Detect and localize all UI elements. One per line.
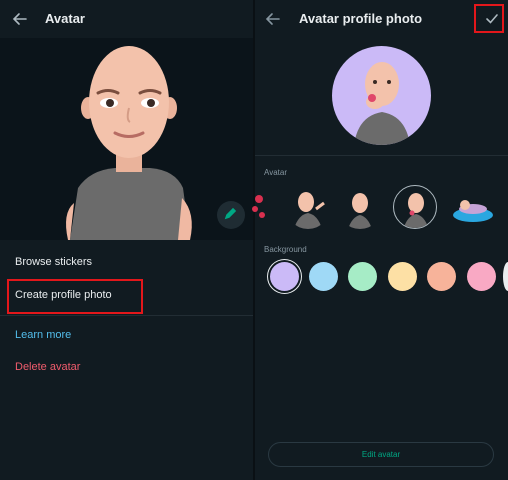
page-title: Avatar [45,11,85,26]
pencil-icon [224,206,238,225]
avatar-panel: Avatar Browse stickers Create profile ph… [0,0,253,480]
delete-avatar-item[interactable]: Delete avatar [15,361,80,373]
profile-photo-header: Avatar profile photo [255,0,508,38]
background-swatch-orange[interactable] [427,262,456,291]
browse-stickers-item[interactable]: Browse stickers [15,256,92,268]
highlight-create-profile-photo [7,279,143,314]
background-swatch-pink[interactable] [467,262,496,291]
avatar-pose-option-1[interactable] [249,185,269,229]
background-swatch-blue[interactable] [309,262,338,291]
avatar-3d-image [0,38,253,240]
edit-avatar-button[interactable]: Edit avatar [268,442,494,467]
background-swatch-purple[interactable] [270,262,299,291]
avatar-header: Avatar [0,0,253,38]
background-swatch-green[interactable] [348,262,377,291]
background-swatch-white[interactable] [503,262,508,291]
avatar-pose-option-2[interactable] [286,185,330,229]
edit-avatar-pencil-button[interactable] [217,201,245,229]
avatar-pose-option-3[interactable] [338,185,382,229]
background-section-label: Background [264,245,307,254]
back-arrow-icon[interactable] [10,9,30,29]
profile-photo-preview [332,46,431,145]
page-title: Avatar profile photo [299,11,423,26]
section-divider [255,155,508,156]
avatar-pose-option-4-selected[interactable] [393,185,437,229]
avatar-pose-option-5[interactable] [451,185,495,229]
highlight-confirm-check [474,4,504,33]
avatar-profile-photo-panel: Avatar profile photo Avatar Background E… [252,0,508,480]
avatar-section-label: Avatar [264,168,287,177]
learn-more-link[interactable]: Learn more [15,329,71,341]
back-arrow-icon[interactable] [263,9,283,29]
menu-divider [0,315,253,316]
background-swatch-yellow[interactable] [388,262,417,291]
